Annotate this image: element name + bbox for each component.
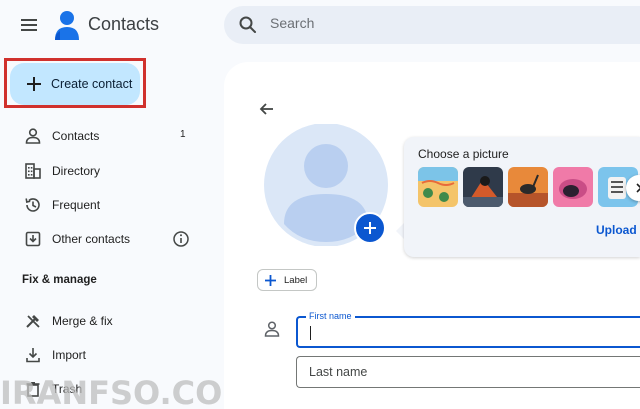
add-photo-button[interactable] [354,212,386,244]
download-box-icon [25,231,41,247]
whale-illustration-icon [553,167,593,207]
contacts-count: 1 [180,129,186,140]
add-label-button[interactable]: Label [257,269,317,291]
first-name-label: First name [306,311,355,321]
hamburger-menu-icon [21,19,37,31]
back-arrow-icon[interactable] [258,100,276,118]
main-menu-button[interactable] [18,14,40,36]
sidebar-item-contacts[interactable]: Contacts 1 [0,121,210,151]
sidebar-item-label: Merge & fix [52,314,113,328]
picture-option[interactable] [508,167,548,207]
sidebar-item-label: Contacts [52,129,100,143]
picture-option[interactable] [418,167,458,207]
tools-icon [26,315,40,328]
bird-illustration-icon [463,167,503,207]
search-input[interactable]: Search [270,15,314,31]
upload-link[interactable]: Upload [596,223,637,237]
beach-illustration-icon [418,167,458,207]
sidebar-item-label: Import [52,348,87,362]
annotation-highlight-box [4,58,146,108]
last-name-placeholder: Last name [309,365,368,379]
watermark-text: IRANFSO.COM [0,374,255,409]
top-bar: Contacts Search [0,0,640,50]
label-chip-text: Label [284,275,308,286]
sidebar-item-merge-fix[interactable]: Merge & fix [0,306,210,336]
sidebar-item-label: Frequent [52,198,101,212]
app-title: Contacts [88,14,160,34]
picker-title: Choose a picture [418,147,509,161]
text-caret [310,326,311,340]
sidebar-item-other-contacts[interactable]: Other contacts [0,224,210,254]
chevron-right-icon [636,183,640,193]
sidebar-item-frequent[interactable]: Frequent [0,190,210,220]
person-icon [25,128,41,144]
plus-icon [364,222,376,234]
person-outline-icon [264,321,280,337]
sidebar-item-label: Directory [52,164,101,178]
picture-option[interactable] [463,167,503,207]
ostrich-illustration-icon [508,167,548,207]
plus-icon [265,275,276,286]
last-name-field[interactable]: Last name [296,356,640,388]
history-icon [25,198,40,212]
section-title-fix-manage: Fix & manage [22,274,97,286]
picture-picker-popup: Choose a picture Upload [404,137,640,257]
building-icon [25,163,41,179]
picture-option[interactable] [553,167,593,207]
sidebar-item-directory[interactable]: Directory [0,156,210,186]
search-bar[interactable]: Search [224,6,640,44]
search-icon[interactable] [238,15,258,35]
sidebar-item-label: Other contacts [52,232,131,246]
info-icon[interactable] [172,230,190,248]
sidebar-item-import[interactable]: Import [0,340,210,370]
import-icon [26,348,40,363]
contacts-logo-icon [55,11,79,40]
first-name-field[interactable]: First name [296,311,640,348]
